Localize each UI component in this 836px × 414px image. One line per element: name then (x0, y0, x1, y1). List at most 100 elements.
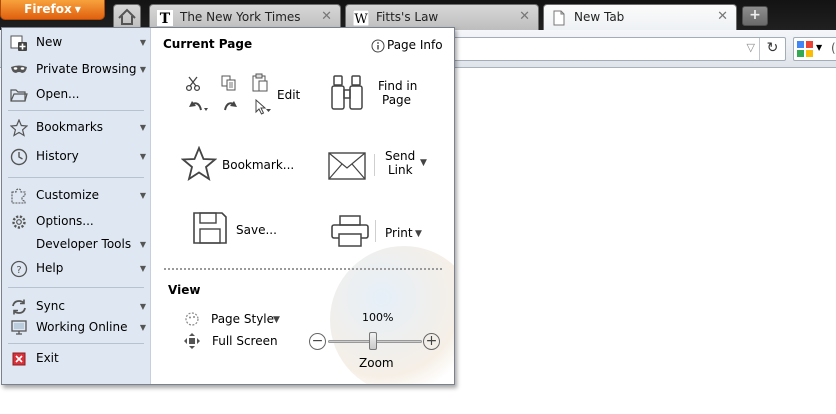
tab-label: The New York Times (180, 10, 301, 24)
puzzle-icon (11, 188, 26, 204)
send-link-dropdown-icon[interactable]: ▼ (420, 158, 427, 168)
bookmark-label: Bookmark... (222, 158, 295, 172)
close-tab-icon[interactable]: ✕ (321, 9, 332, 24)
chevron-down-icon: ▼ (74, 5, 81, 14)
cut-icon[interactable] (185, 76, 201, 92)
menu-item-sync[interactable]: Sync ▼ (7, 296, 147, 318)
find-in-page-button[interactable]: Find in Page (330, 72, 444, 120)
menu-item-customize[interactable]: Customize ▼ (7, 185, 147, 207)
app-menu-right-column: Current Page Page Info Edit Find in Page… (152, 28, 454, 384)
mask-icon (11, 65, 27, 73)
firefox-menu-button[interactable]: Firefox ▼ (0, 0, 105, 20)
menu-item-options[interactable]: Options... (7, 211, 147, 233)
exit-icon (12, 352, 26, 366)
menu-item-new[interactable]: New ▼ (7, 32, 147, 54)
print-button[interactable]: Print ▼ (330, 214, 430, 248)
menu-item-history[interactable]: History ▼ (7, 146, 147, 168)
tab-new-tab[interactable]: New Tab ✕ (543, 4, 737, 30)
menu-separator (8, 343, 144, 344)
zoom-in-button[interactable]: + (423, 333, 440, 350)
help-icon: ? (10, 260, 28, 278)
menu-separator (8, 110, 144, 111)
gear-icon (12, 215, 26, 229)
firefox-menu-label: Firefox (24, 2, 72, 16)
menu-item-bookmarks[interactable]: Bookmarks ▼ (7, 117, 147, 139)
submenu-arrow-icon[interactable]: ▼ (140, 123, 146, 132)
full-screen-label: Full Screen (212, 334, 278, 348)
print-dropdown-icon[interactable]: ▼ (415, 229, 422, 239)
bookmark-star-icon (10, 119, 28, 137)
send-link-button[interactable]: Send Link ▼ (328, 146, 432, 186)
firefox-app-menu: New ▼ Private Browsing ▼ Open... Bookmar… (1, 27, 455, 385)
url-history-dropdown-icon[interactable]: ▽ (747, 41, 755, 54)
submenu-arrow-icon[interactable]: ▼ (140, 38, 146, 47)
url-bar[interactable]: ▽ ↻ (440, 37, 786, 61)
computer-icon (11, 320, 27, 335)
page-info-label: Page Info (387, 38, 443, 52)
submenu-arrow-icon[interactable]: ▼ (140, 323, 146, 332)
menu-item-label: Open... (36, 87, 80, 101)
envelope-icon (328, 152, 366, 180)
copy-icon[interactable] (220, 74, 238, 92)
select-all-icon[interactable] (254, 99, 272, 117)
paste-icon[interactable] (251, 73, 269, 93)
close-tab-icon[interactable]: ✕ (519, 9, 530, 24)
menu-item-exit[interactable]: Exit (7, 348, 147, 370)
wikipedia-favicon: W (353, 10, 369, 26)
zoom-level-readout: 100% (362, 311, 394, 324)
full-screen-button[interactable]: Full Screen (184, 332, 294, 350)
menu-item-label: Private Browsing (36, 62, 137, 76)
reload-button[interactable]: ↻ (759, 38, 785, 60)
svg-text:T: T (160, 11, 171, 26)
full-screen-icon (184, 333, 200, 349)
printer-icon (331, 215, 369, 247)
submenu-arrow-icon[interactable]: ▼ (140, 240, 146, 249)
close-tab-icon[interactable]: ✕ (717, 9, 728, 24)
zoom-slider-thumb[interactable] (369, 332, 377, 350)
submenu-arrow-icon[interactable]: ▼ (140, 264, 146, 273)
submenu-arrow-icon[interactable]: ▼ (140, 65, 146, 74)
undo-icon[interactable] (187, 99, 209, 115)
zoom-out-button[interactable]: − (309, 333, 326, 350)
menu-separator (8, 287, 144, 288)
menu-item-label: Bookmarks (36, 120, 104, 134)
menu-item-private-browsing[interactable]: Private Browsing ▼ (7, 59, 147, 81)
zoom-label: Zoom (359, 356, 394, 370)
menu-item-label: Sync (36, 299, 65, 313)
new-tab-button[interactable]: + (742, 6, 768, 26)
page-info-button[interactable]: Page Info (369, 37, 453, 55)
edit-label: Edit (277, 88, 301, 102)
submenu-arrow-icon[interactable]: ▼ (140, 152, 146, 161)
search-input-partial: ( (831, 41, 836, 55)
page-style-icon (185, 312, 199, 326)
clock-icon (10, 148, 28, 166)
menu-separator (8, 177, 144, 178)
page-style-dropdown-icon[interactable]: ▼ (273, 315, 280, 325)
menu-item-open[interactable]: Open... (7, 84, 147, 106)
blank-page-favicon (553, 10, 565, 26)
menu-item-label: Working Online (36, 320, 128, 334)
bookmark-page-button[interactable]: Bookmark... (181, 146, 295, 182)
menu-item-developer-tools[interactable]: Developer Tools ▼ (7, 234, 147, 256)
find-in-page-label-line2: Page (382, 93, 412, 107)
tab-label: Fitts's Law (376, 10, 439, 24)
nyt-favicon: T (157, 10, 173, 26)
floppy-disk-icon (193, 212, 227, 244)
menu-item-working-online[interactable]: Working Online ▼ (7, 317, 147, 339)
search-engine-dropdown-icon[interactable]: ▼ (816, 43, 822, 52)
save-page-button[interactable]: Save... (192, 211, 282, 247)
page-style-button[interactable]: Page Style ▼ (184, 310, 294, 328)
submenu-arrow-icon[interactable]: ▼ (140, 302, 146, 311)
submenu-arrow-icon[interactable]: ▼ (140, 191, 146, 200)
folder-icon (10, 89, 28, 102)
redo-icon[interactable] (222, 99, 238, 115)
binoculars-icon (331, 75, 363, 110)
menu-item-help[interactable]: ? Help ▼ (7, 258, 147, 280)
google-search-engine-icon[interactable] (797, 41, 813, 57)
zoom-control: − + (309, 330, 441, 352)
search-box[interactable]: ▼ ( (793, 37, 836, 61)
tab-label: New Tab (574, 10, 625, 24)
view-heading: View (168, 283, 201, 297)
menu-item-label: Help (36, 261, 64, 275)
menu-item-label: Developer Tools (36, 237, 132, 251)
